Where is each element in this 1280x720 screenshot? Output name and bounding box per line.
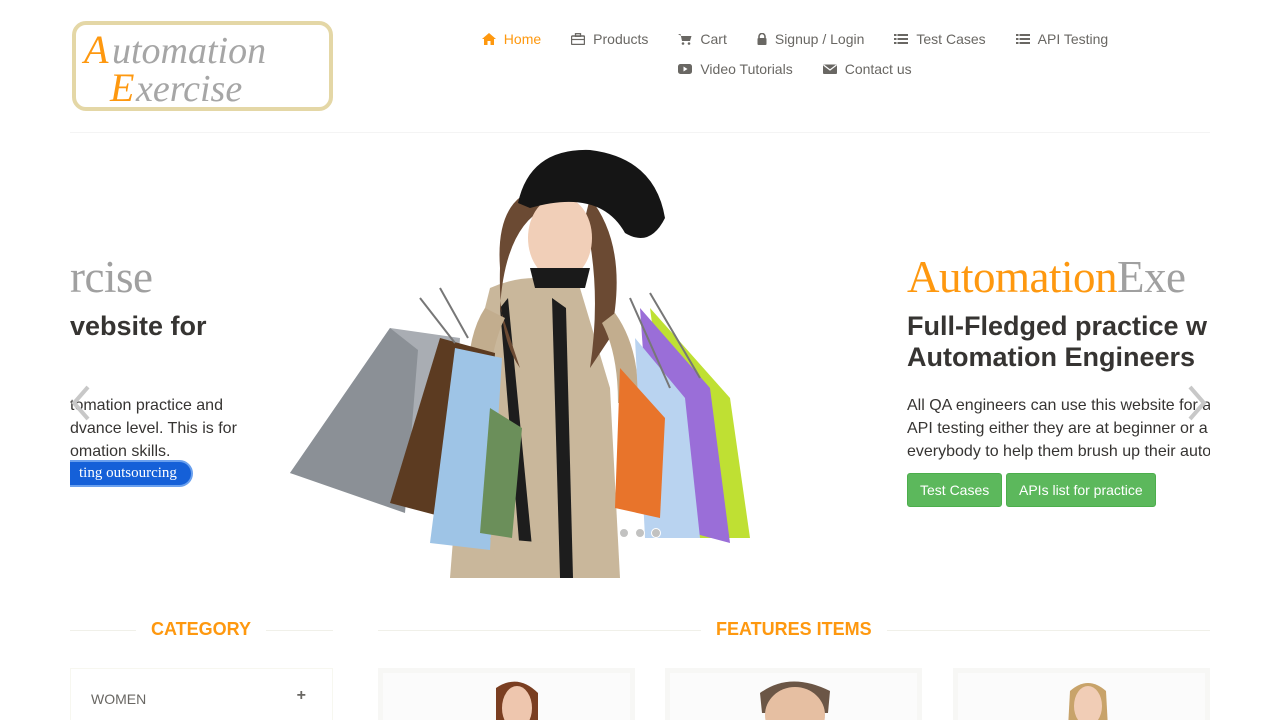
next-slide-heading-line: Full-Fledged practice w: [907, 311, 1208, 341]
envelope-icon: [822, 64, 837, 74]
cart-icon: [678, 34, 692, 45]
prev-slide-heading: vebsite for: [70, 311, 207, 341]
product-card: [378, 668, 635, 720]
nav-home-label: Home: [503, 31, 542, 47]
next-slide-title-1: Automation: [907, 252, 1117, 302]
nav-signup-login[interactable]: Signup / Login: [742, 31, 880, 47]
product-image: [958, 673, 1205, 720]
carousel-next-slide: AutomationExe Full-Fledged practice w Au…: [907, 133, 1210, 578]
chevron-left-icon: [71, 385, 90, 421]
youtube-icon: [678, 64, 693, 74]
outsourcing-pill-label: ting outsourcing: [79, 465, 177, 481]
test-cases-button-label: Test Cases: [920, 482, 990, 498]
apis-list-button-label: APIs list for practice: [1019, 482, 1143, 498]
svg-text:E: E: [109, 65, 134, 107]
nav-api-testing-label: API Testing: [1037, 31, 1109, 47]
next-slide-title: AutomationExe: [907, 251, 1186, 303]
product-image: [670, 673, 917, 720]
carousel-indicators: [619, 528, 661, 538]
carousel-indicator[interactable]: [651, 528, 661, 538]
nav-products-label: Products: [593, 31, 649, 47]
next-slide-heading-line: Automation Engineers: [907, 342, 1196, 372]
svg-text:xercise: xercise: [135, 68, 242, 107]
nav-cart[interactable]: Cart: [663, 31, 741, 47]
test-cases-button[interactable]: Test Cases: [907, 473, 1003, 507]
next-slide-line: All QA engineers can use this website fo…: [907, 397, 1210, 414]
category-women[interactable]: WOMEN: [91, 691, 146, 707]
carousel-prev-slide: rcise vebsite for tomation practice and …: [70, 133, 310, 578]
nav-row-2: Video Tutorials Contact us: [470, 54, 1120, 84]
hero-woman-image: [290, 149, 750, 578]
nav-api-testing[interactable]: API Testing: [1001, 31, 1124, 47]
next-slide-title-2: Exe: [1116, 252, 1186, 302]
prev-slide-title: rcise: [70, 251, 153, 303]
category-heading: CATEGORY: [136, 619, 267, 640]
carousel-next-button[interactable]: [1182, 383, 1210, 423]
svg-text:utomation: utomation: [112, 30, 266, 72]
nav-signup-login-label: Signup / Login: [774, 31, 865, 47]
nav-contact-us-label: Contact us: [844, 61, 912, 77]
carousel-indicator[interactable]: [635, 528, 645, 538]
category-panel: WOMEN +: [70, 668, 333, 720]
next-slide-line: API testing either they are at beginner …: [907, 420, 1208, 437]
list-icon: [1015, 34, 1030, 44]
apis-list-button[interactable]: APIs list for practice: [1006, 473, 1156, 507]
nav-test-cases[interactable]: Test Cases: [879, 31, 1000, 47]
main-nav: Home Products Cart Signup / Login Test C…: [470, 24, 1120, 84]
prev-slide-title-text: rcise: [70, 252, 153, 302]
nav-row-1: Home Products Cart Signup / Login Test C…: [470, 24, 1120, 54]
next-slide-text: All QA engineers can use this website fo…: [907, 394, 1210, 463]
nav-products[interactable]: Products: [556, 31, 663, 47]
nav-cart-label: Cart: [700, 31, 727, 47]
product-image: [383, 673, 630, 720]
svg-text:A: A: [81, 27, 109, 72]
chevron-right-icon: [1188, 385, 1207, 421]
plus-icon[interactable]: +: [297, 687, 306, 705]
carousel-prev-button[interactable]: [70, 383, 98, 423]
features-heading: FEATURES ITEMS: [701, 619, 887, 640]
logo-graphic: A utomation E xercise: [81, 27, 266, 107]
home-icon: [481, 33, 496, 45]
carousel-indicator[interactable]: [619, 528, 629, 538]
product-card: [665, 668, 922, 720]
nav-test-cases-label: Test Cases: [916, 31, 986, 47]
next-slide-line: everybody to help them brush up their au…: [907, 443, 1210, 460]
next-slide-heading: Full-Fledged practice w Automation Engin…: [907, 311, 1207, 373]
product-card: [953, 668, 1210, 720]
lock-icon: [757, 33, 767, 45]
nav-home[interactable]: Home: [467, 31, 556, 47]
briefcase-icon: [571, 33, 586, 45]
nav-contact-us[interactable]: Contact us: [808, 61, 927, 77]
hero-carousel: rcise vebsite for tomation practice and …: [70, 133, 1210, 578]
site-logo[interactable]: A utomation E xercise: [72, 21, 333, 111]
list-icon: [894, 34, 909, 44]
outsourcing-pill[interactable]: ting outsourcing: [70, 460, 193, 487]
nav-video-tutorials[interactable]: Video Tutorials: [663, 61, 807, 77]
nav-video-tutorials-label: Video Tutorials: [700, 61, 793, 77]
